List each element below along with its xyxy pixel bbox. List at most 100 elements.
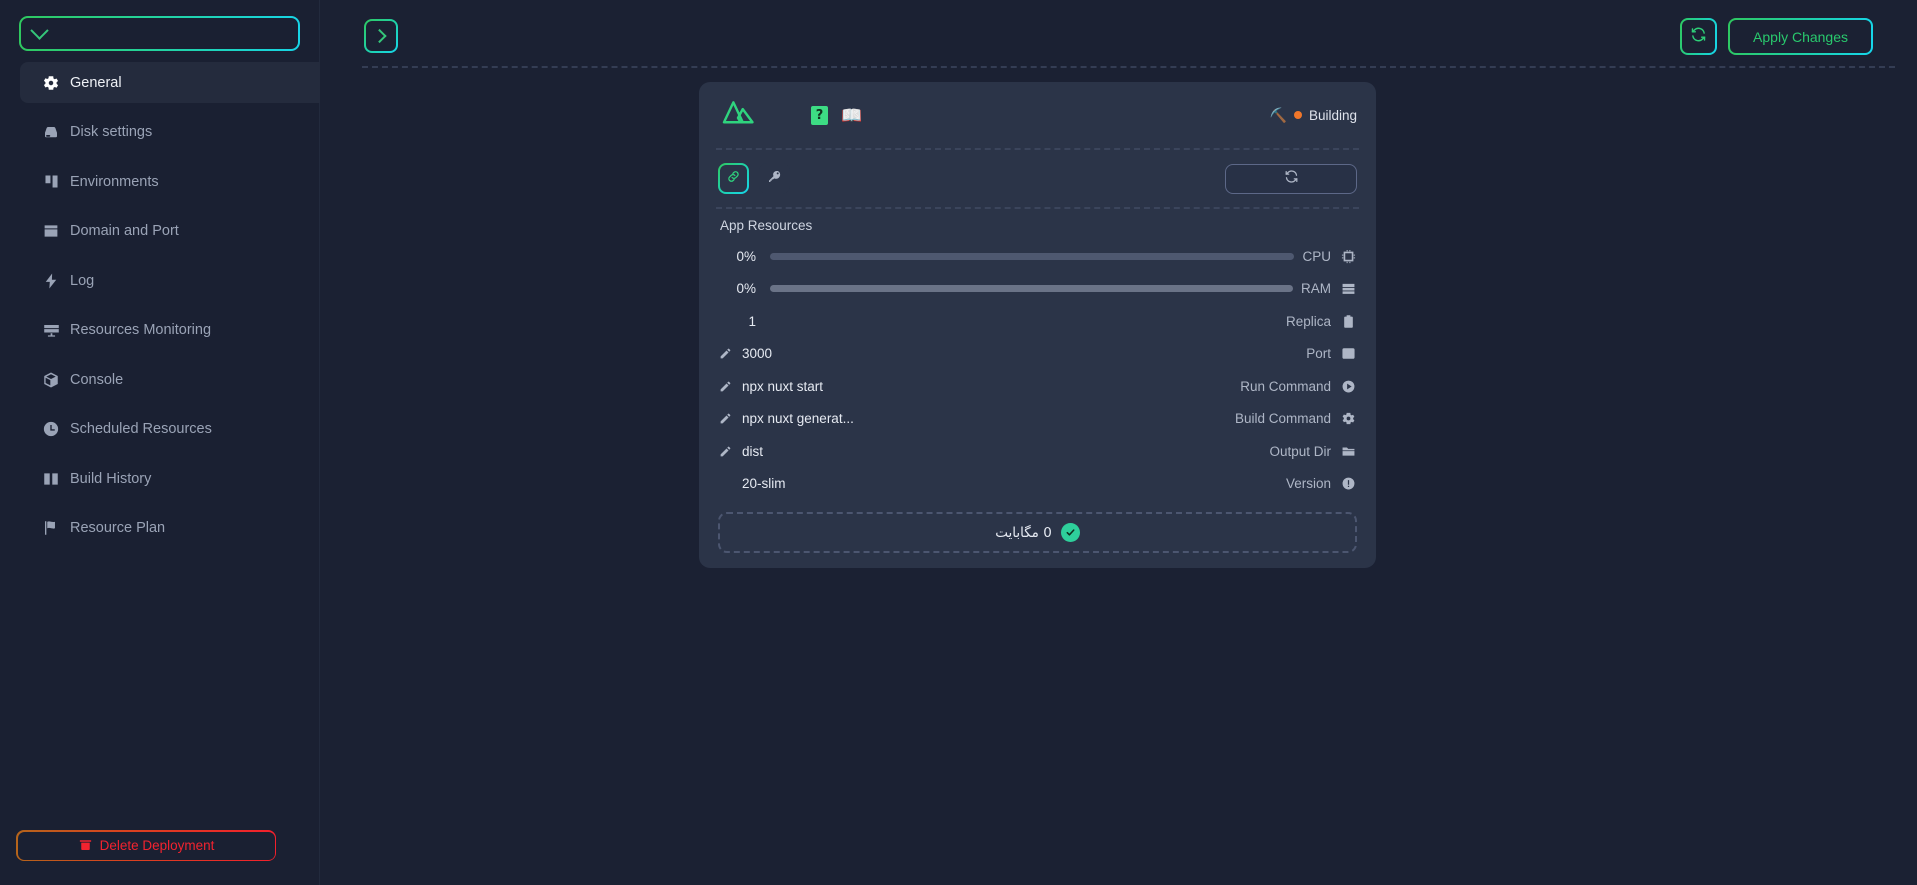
open-book-icon[interactable]: 📖 <box>841 107 862 124</box>
chevron-right-icon <box>372 28 387 44</box>
project-select[interactable] <box>21 18 298 49</box>
play-circle-icon <box>1340 378 1357 395</box>
trash-x-icon <box>78 837 93 855</box>
build-command-value: npx nuxt generat... <box>742 411 854 427</box>
detail-row-port: 3000 Port <box>718 338 1357 371</box>
edit-icon[interactable] <box>718 379 733 394</box>
detail-row-build-command: npx nuxt generat... Build Command <box>718 403 1357 436</box>
sidebar-item-environments[interactable]: Environments <box>20 161 320 202</box>
nuxt-logo <box>721 99 757 131</box>
sidebar-item-label: Console <box>70 371 124 388</box>
toolbar-divider <box>716 207 1359 209</box>
lightning-bolt-icon <box>40 270 62 292</box>
browser-window-icon <box>1340 345 1357 362</box>
sidebar-item-disk-settings[interactable]: Disk settings <box>20 112 320 153</box>
key-button[interactable] <box>759 163 790 194</box>
pickaxe-icon: ⛏️ <box>1269 107 1287 123</box>
project-select-border <box>19 16 300 51</box>
storage-usage-footer: 0 مگابایت <box>718 512 1357 553</box>
gear-icon <box>40 72 62 94</box>
sidebar-item-label: Scheduled Resources <box>70 421 212 437</box>
detail-row-version: 20-slim Version <box>718 468 1357 501</box>
sidebar-item-general[interactable]: General <box>20 62 320 103</box>
apply-changes-label: Apply Changes <box>1753 28 1848 45</box>
clock-icon <box>40 418 62 440</box>
topbar: Apply Changes <box>320 0 1917 68</box>
topbar-refresh-border <box>1680 18 1718 55</box>
edit-icon[interactable] <box>718 346 733 361</box>
output-dir-label: Output Dir <box>1269 443 1331 459</box>
sidebar-item-label: Domain and Port <box>70 223 179 239</box>
version-value: 20-slim <box>742 476 786 492</box>
port-label: Port <box>1306 346 1331 362</box>
app-resources-title: App Resources <box>720 218 813 233</box>
browser-window-icon <box>40 220 62 242</box>
topbar-actions: Apply Changes <box>1680 18 1873 55</box>
delete-deployment-button[interactable]: Delete Deployment <box>17 831 275 860</box>
sidebar-item-label: Resource Plan <box>70 520 166 536</box>
sidebar-item-resources-monitoring[interactable]: Resources Monitoring <box>20 310 320 351</box>
card-toolbar <box>699 150 1376 207</box>
run-command-value: npx nuxt start <box>742 378 824 394</box>
port-value: 3000 <box>742 346 773 362</box>
cpu-chip-icon <box>1340 248 1357 265</box>
cpu-progress-bar <box>770 252 1295 260</box>
chevron-down-icon <box>30 21 49 40</box>
folder-icon <box>1340 443 1357 460</box>
sidebar-item-label: Environments <box>70 173 159 190</box>
clipboard-icon <box>1340 313 1357 330</box>
key-icon <box>767 169 782 189</box>
card-refresh-button[interactable] <box>1225 163 1357 194</box>
edit-icon[interactable] <box>718 411 733 426</box>
resource-row-replica: 1 Replica <box>718 305 1357 338</box>
delete-deployment-label: Delete Deployment <box>99 838 215 853</box>
sidebar-item-label: Build History <box>70 470 152 487</box>
link-button[interactable] <box>720 165 747 192</box>
replica-label: Replica <box>1285 313 1331 329</box>
cpu-label: CPU <box>1302 248 1331 264</box>
sidebar-item-console[interactable]: Console <box>20 359 320 400</box>
hard-drive-icon <box>40 121 62 143</box>
sidebar-item-label: Disk settings <box>70 124 153 140</box>
link-button-border <box>718 163 749 194</box>
monitor-icon <box>40 319 62 341</box>
resource-row-cpu: 0% CPU <box>718 240 1357 273</box>
build-status: ⛏️ Building <box>1270 108 1357 123</box>
sidebar-item-log[interactable]: Log <box>20 260 320 301</box>
ram-value: 0% <box>736 281 756 297</box>
collapse-sidebar-button[interactable] <box>366 21 396 51</box>
sidebar-item-domain-and-port[interactable]: Domain and Port <box>20 211 320 252</box>
cube-icon <box>40 369 62 391</box>
card-header: ? 📖 ⛏️ Building <box>699 82 1376 148</box>
book-icon <box>40 468 62 490</box>
edit-icon[interactable] <box>718 444 733 459</box>
ram-label: RAM <box>1301 281 1331 297</box>
sidebar-item-build-history[interactable]: Build History <box>20 458 320 499</box>
sidebar-item-label: Resources Monitoring <box>70 322 212 338</box>
status-dot <box>1293 111 1302 119</box>
help-icon[interactable]: ? <box>811 105 828 125</box>
run-command-label: Run Command <box>1240 378 1331 394</box>
check-circle-icon <box>1060 523 1080 542</box>
sidebar-nav: General Disk settings Environments Domai… <box>0 62 320 557</box>
environments-icon <box>40 171 62 193</box>
card-header-icons: ? 📖 <box>811 105 862 125</box>
refresh-icon <box>1284 169 1299 189</box>
build-command-label: Build Command <box>1234 411 1331 427</box>
sidebar-item-label: General <box>70 74 122 91</box>
cpu-value: 0% <box>736 248 756 264</box>
sidebar-item-resource-plan[interactable]: Resource Plan <box>20 508 320 549</box>
detail-row-run-command: npx nuxt start Run Command <box>718 370 1357 403</box>
info-circle-icon <box>1340 475 1357 492</box>
main-area: Apply Changes ? 📖 ⛏️ Building App Resour… <box>320 0 1917 885</box>
server-icon <box>1340 280 1357 297</box>
sidebar-item-scheduled-resources[interactable]: Scheduled Resources <box>20 409 320 450</box>
collapse-sidebar-border <box>364 19 398 53</box>
apply-changes-button[interactable]: Apply Changes <box>1730 20 1871 53</box>
flag-icon <box>40 517 62 539</box>
resource-row-ram: 0% RAM <box>718 273 1357 306</box>
refresh-icon <box>1690 26 1707 48</box>
output-dir-value: dist <box>742 443 764 459</box>
topbar-refresh-button[interactable] <box>1682 20 1716 53</box>
ram-progress-bar <box>770 285 1293 293</box>
